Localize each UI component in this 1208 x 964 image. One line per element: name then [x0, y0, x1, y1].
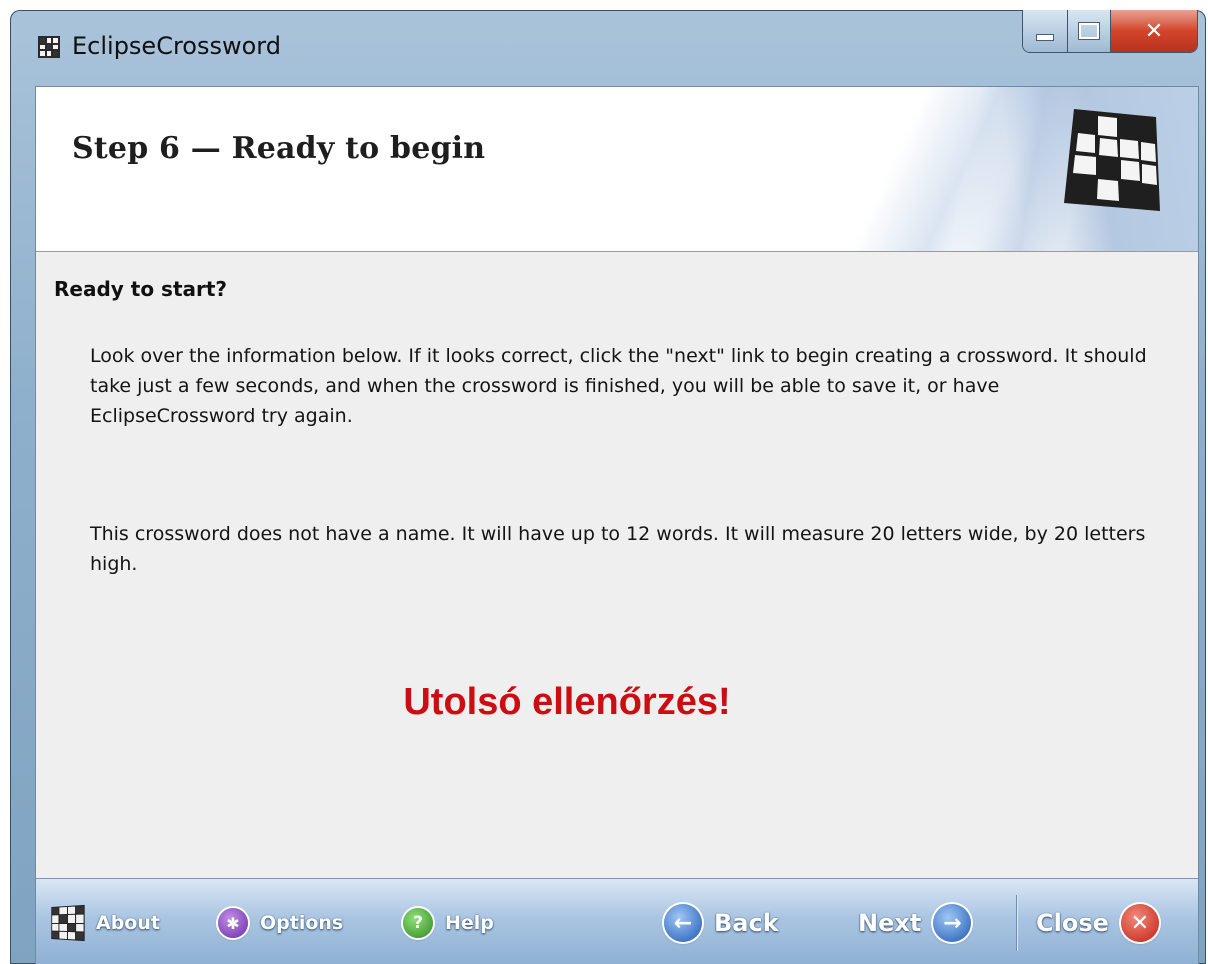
- page-title: Step 6 — Ready to begin: [72, 131, 486, 166]
- about-button[interactable]: About: [50, 901, 160, 945]
- app-window: EclipseCrossword ✕ Step 6 — Ready to beg…: [10, 10, 1206, 964]
- window-title: EclipseCrossword: [72, 32, 281, 60]
- wizard-body: Step 6 — Ready to begin Ready to start? …: [35, 86, 1199, 964]
- maximize-icon: [1079, 23, 1099, 39]
- back-button[interactable]: ← Back: [664, 901, 779, 945]
- maximize-button[interactable]: [1068, 10, 1111, 52]
- close-x-icon: ✕: [1144, 18, 1164, 44]
- crossword-grid-icon[interactable]: [38, 36, 60, 58]
- close-button[interactable]: Close ✕: [1036, 901, 1159, 945]
- caption-buttons: ✕: [1022, 10, 1198, 53]
- section-heading: Ready to start?: [54, 277, 228, 301]
- help-question-icon: ?: [403, 908, 433, 938]
- crossword-grid-logo: [1064, 109, 1160, 211]
- back-label: Back: [714, 909, 779, 937]
- arrow-right-icon: →: [933, 904, 972, 942]
- close-label: Close: [1036, 909, 1109, 937]
- options-star-icon: ✱: [218, 908, 248, 938]
- minimize-icon: [1036, 33, 1054, 41]
- title-bar[interactable]: EclipseCrossword ✕: [10, 10, 1206, 84]
- footer-divider: [1016, 895, 1017, 951]
- arrow-left-icon: ←: [664, 904, 702, 942]
- options-button[interactable]: ✱ Options: [218, 901, 343, 945]
- wizard-footer: About ✱ Options ? Help ← Back Next → Clo…: [36, 878, 1198, 964]
- instructions-paragraph: Look over the information below. If it l…: [90, 345, 1147, 427]
- close-x-icon: ✕: [1120, 904, 1159, 942]
- options-label: Options: [260, 912, 344, 934]
- window-close-button[interactable]: ✕: [1111, 10, 1197, 52]
- about-label: About: [96, 912, 160, 934]
- next-button[interactable]: Next →: [858, 901, 972, 945]
- crossword-grid-icon: [51, 904, 85, 942]
- minimize-button[interactable]: [1023, 10, 1068, 52]
- help-button[interactable]: ? Help: [403, 901, 494, 945]
- wizard-header: Step 6 — Ready to begin: [36, 87, 1198, 252]
- next-label: Next: [858, 909, 922, 937]
- overlay-caption: Utolsó ellenőrzés!: [403, 681, 731, 723]
- help-label: Help: [445, 912, 494, 934]
- summary-paragraph: This crossword does not have a name. It …: [90, 523, 1146, 575]
